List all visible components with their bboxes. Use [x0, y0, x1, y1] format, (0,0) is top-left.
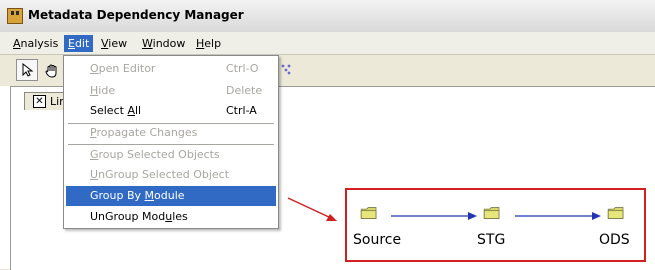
dependency-diagram: Source STG ODS: [345, 188, 646, 262]
layout-icon: [281, 64, 291, 75]
edge-arrow-icon: [391, 212, 477, 220]
close-icon[interactable]: ✕: [33, 95, 46, 108]
edit-menu-dropdown: Open Editor Ctrl-O Hide Delete Select Al…: [63, 55, 279, 229]
menu-item-hide[interactable]: Hide Delete: [66, 81, 276, 101]
menu-item-group-by-module[interactable]: Group By Module: [66, 186, 276, 206]
layout-button[interactable]: [276, 59, 298, 81]
title-bar: Metadata Dependency Manager: [0, 0, 655, 33]
menu-item-group-selected-objects[interactable]: Group Selected Objects: [66, 145, 276, 165]
menu-analysis[interactable]: Analysis: [9, 35, 62, 52]
select-pointer-button[interactable]: [16, 59, 38, 81]
folder-icon: [360, 207, 377, 219]
node-stg-label: STG: [477, 232, 506, 248]
menu-bar: Analysis Edit View Window Help: [0, 32, 655, 55]
menu-item-open-editor[interactable]: Open Editor Ctrl-O: [66, 59, 276, 79]
callout-arrow-icon: [287, 197, 337, 221]
folder-icon: [483, 207, 500, 219]
menu-view[interactable]: View: [97, 35, 131, 52]
menu-item-propagate-changes[interactable]: Propagate Changes: [66, 123, 276, 143]
menu-item-ungroup-modules[interactable]: UnGroup Modules: [66, 207, 276, 227]
menu-item-ungroup-selected-object[interactable]: UnGroup Selected Object: [66, 165, 276, 185]
menu-help[interactable]: Help: [192, 35, 225, 52]
edge-arrow-icon: [515, 212, 601, 220]
menu-window[interactable]: Window: [138, 35, 189, 52]
node-source-label: Source: [353, 232, 402, 248]
window-title: Metadata Dependency Manager: [28, 8, 244, 22]
pan-hand-button[interactable]: [40, 59, 62, 81]
hand-icon: [45, 64, 57, 78]
node-ods-label: ODS: [599, 232, 630, 248]
menu-item-select-all[interactable]: Select All Ctrl-A: [66, 101, 276, 121]
folder-icon: [607, 207, 624, 219]
menu-edit[interactable]: Edit: [64, 35, 94, 52]
pointer-icon: [22, 63, 34, 77]
app-icon: [7, 8, 23, 24]
